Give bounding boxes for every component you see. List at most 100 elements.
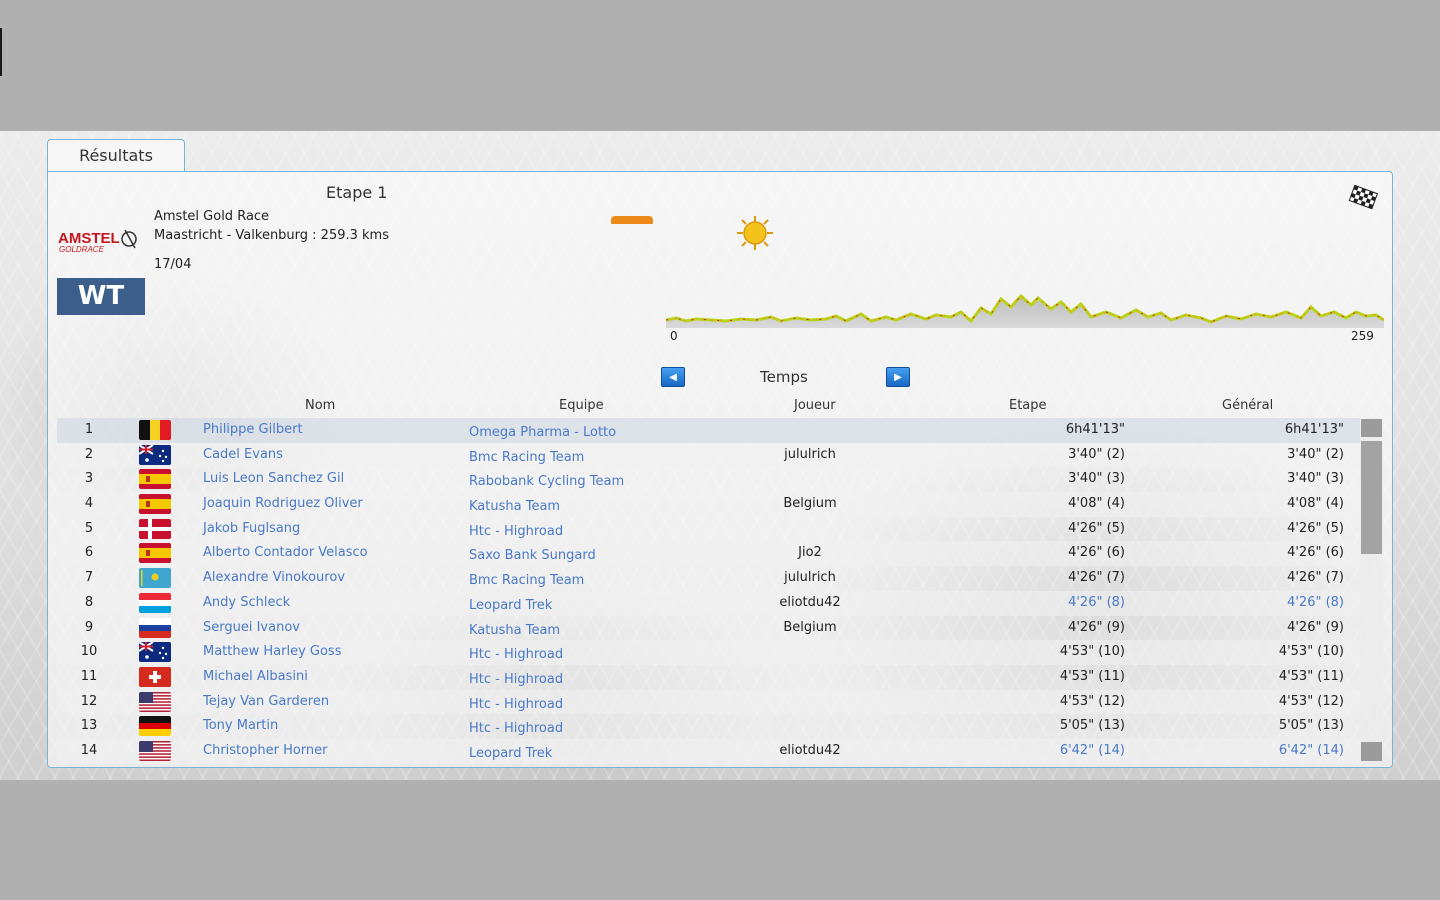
rider-name-link[interactable]: Cadel Evans (203, 447, 283, 462)
rider-name-link[interactable]: Philippe Gilbert (203, 422, 303, 437)
world-tour-badge: WT (57, 278, 145, 315)
table-row[interactable]: 2 Cadel Evans Bmc Racing Team jululrich 3'40… (57, 442, 1360, 468)
stage-time-cell: 4'26" (6) (1068, 545, 1125, 561)
team-name-link[interactable]: Leopard Trek (469, 746, 552, 761)
wind-indicator (611, 216, 653, 224)
stage-time-cell: 3'40" (2) (1068, 446, 1125, 462)
tab-results[interactable]: Résultats (47, 139, 185, 171)
rider-name-link[interactable]: Matthew Harley Goss (203, 644, 341, 659)
player-cell: Belgium (783, 496, 837, 512)
general-time-cell: 5'05" (13) (1278, 718, 1344, 734)
rider-name-link[interactable]: Andy Schleck (203, 595, 290, 610)
rank-cell: 3 (84, 471, 94, 487)
rank-cell: 13 (80, 718, 98, 734)
team-name-link[interactable]: Htc - Highroad (469, 697, 563, 712)
stage-profile-chart (665, 290, 1385, 332)
table-row[interactable]: 6 Alberto Contador Velasco Saxo Bank Sunga… (57, 541, 1360, 567)
team-name-link[interactable]: Katusha Team (469, 499, 560, 514)
table-row[interactable]: 14 Christopher Horner Leopard Trek eliotdu4… (57, 738, 1360, 764)
rider-name-link[interactable]: Joaquin Rodriguez Oliver (203, 496, 363, 511)
rank-cell: 11 (80, 668, 98, 684)
player-cell: eliotdu42 (779, 594, 841, 610)
amstel-gold-race-logo: AMSTEL GOLDRACE (55, 218, 145, 260)
general-time-cell: 6'42" (14) (1278, 742, 1344, 758)
general-time-cell: 4'26" (5) (1287, 520, 1344, 536)
scroll-down-button[interactable] (1361, 742, 1382, 761)
stage-time-cell: 4'26" (7) (1068, 570, 1125, 586)
rider-name-link[interactable]: Alberto Contador Velasco (203, 545, 368, 560)
column-header-player[interactable]: Joueur (794, 398, 836, 413)
general-time-cell: 4'26" (9) (1287, 619, 1344, 635)
table-row[interactable]: 13 Tony Martin Htc - Highroad 5'05" (13) 5'0… (57, 714, 1360, 739)
general-time-cell: 4'53" (12) (1278, 693, 1344, 709)
rider-name-link[interactable]: Tejay Van Garderen (203, 694, 329, 709)
rank-cell: 2 (84, 446, 94, 462)
column-header-general[interactable]: Général (1222, 398, 1273, 413)
table-row[interactable]: 9 Serguei Ivanov Katusha Team Belgium 4'26" … (57, 616, 1360, 641)
stage-time-cell: 4'26" (9) (1068, 619, 1125, 635)
table-row[interactable]: 3 Luis Leon Sanchez Gil Rabobank Cycling T… (57, 467, 1360, 492)
previous-ranking-button[interactable]: ◀ (661, 367, 685, 387)
window-edge-marker (0, 28, 2, 76)
team-name-link[interactable]: Leopard Trek (469, 598, 552, 613)
stage-time-cell: 4'26" (5) (1068, 520, 1125, 536)
table-row[interactable]: 4 Joaquin Rodriguez Oliver Katusha Team Bel… (57, 492, 1360, 517)
rider-name-link[interactable]: Tony Martin (203, 718, 278, 733)
team-name-link[interactable]: Htc - Highroad (469, 672, 563, 687)
results-table: 1 Philippe Gilbert Omega Pharma - Lotto 6h4… (57, 418, 1360, 764)
stage-time-cell: 4'53" (12) (1059, 693, 1125, 709)
race-date: 17/04 (154, 257, 192, 272)
team-name-link[interactable]: Bmc Racing Team (469, 573, 584, 588)
arrow-right-icon: ▶ (894, 371, 902, 383)
rider-name-link[interactable]: Luis Leon Sanchez Gil (203, 471, 344, 486)
team-name-link[interactable]: Htc - Highroad (469, 647, 563, 662)
logo-subtext: GOLDRACE (59, 245, 105, 254)
table-row[interactable]: 12 Tejay Van Garderen Htc - Highroad 4'53" … (57, 689, 1360, 715)
rider-name-link[interactable]: Alexandre Vinokourov (203, 570, 345, 585)
country-flag-icon (139, 642, 171, 663)
table-row[interactable]: 5 Jakob Fuglsang Htc - Highroad 4'26" (5) 4'… (57, 517, 1360, 542)
stage-time-cell: 4'53" (10) (1059, 644, 1125, 660)
team-name-link[interactable]: Htc - Highroad (469, 721, 563, 736)
stage-time-cell: 4'08" (4) (1068, 496, 1125, 512)
table-row[interactable]: 8 Andy Schleck Leopard Trek eliotdu42 4'26" … (57, 590, 1360, 616)
general-time-cell: 4'08" (4) (1287, 496, 1344, 512)
team-name-link[interactable]: Katusha Team (469, 623, 560, 638)
player-cell: jululrich (784, 570, 836, 586)
player-cell: Belgium (783, 619, 837, 635)
rank-cell: 8 (84, 594, 94, 610)
stage-time-cell: 3'40" (3) (1068, 471, 1125, 487)
table-row[interactable]: 10 Matthew Harley Goss Htc - Highroad 4'53"… (57, 640, 1360, 665)
scroll-up-button[interactable] (1361, 419, 1382, 437)
rank-cell: 10 (80, 644, 98, 660)
column-header-stage[interactable]: Etape (1009, 398, 1047, 413)
team-name-link[interactable]: Bmc Racing Team (469, 450, 584, 465)
player-cell: eliotdu42 (779, 742, 841, 758)
team-name-link[interactable]: Saxo Bank Sungard (469, 548, 596, 563)
team-name-link[interactable]: Htc - Highroad (469, 524, 563, 539)
rider-name-link[interactable]: Jakob Fuglsang (203, 521, 300, 536)
table-row[interactable]: 7 Alexandre Vinokourov Bmc Racing Team julu… (57, 566, 1360, 591)
general-time-cell: 3'40" (3) (1287, 471, 1344, 487)
country-flag-icon (139, 444, 171, 465)
country-flag-icon (139, 469, 171, 490)
table-row[interactable]: 11 Michael Albasini Htc - Highroad 4'53" (1… (57, 665, 1360, 690)
country-flag-icon (139, 617, 171, 638)
scrollbar-thumb[interactable] (1361, 441, 1382, 554)
stage-time-cell: 4'53" (11) (1059, 668, 1125, 684)
stage-title: Etape 1 (326, 183, 388, 202)
country-flag-icon (139, 691, 171, 712)
rider-name-link[interactable]: Michael Albasini (203, 669, 308, 684)
rank-cell: 5 (84, 520, 94, 536)
rider-name-link[interactable]: Serguei Ivanov (203, 620, 300, 635)
team-name-link[interactable]: Rabobank Cycling Team (469, 474, 624, 489)
next-ranking-button[interactable]: ▶ (886, 367, 910, 387)
player-cell: jululrich (784, 446, 836, 462)
rider-name-link[interactable]: Christopher Horner (203, 743, 328, 758)
team-name-link[interactable]: Omega Pharma - Lotto (469, 425, 616, 440)
column-header-name[interactable]: Nom (305, 398, 335, 413)
table-row[interactable]: 1 Philippe Gilbert Omega Pharma - Lotto 6h4… (57, 418, 1360, 443)
rank-cell: 6 (84, 545, 94, 561)
rank-cell: 1 (84, 422, 94, 437)
column-header-team[interactable]: Equipe (559, 398, 604, 413)
